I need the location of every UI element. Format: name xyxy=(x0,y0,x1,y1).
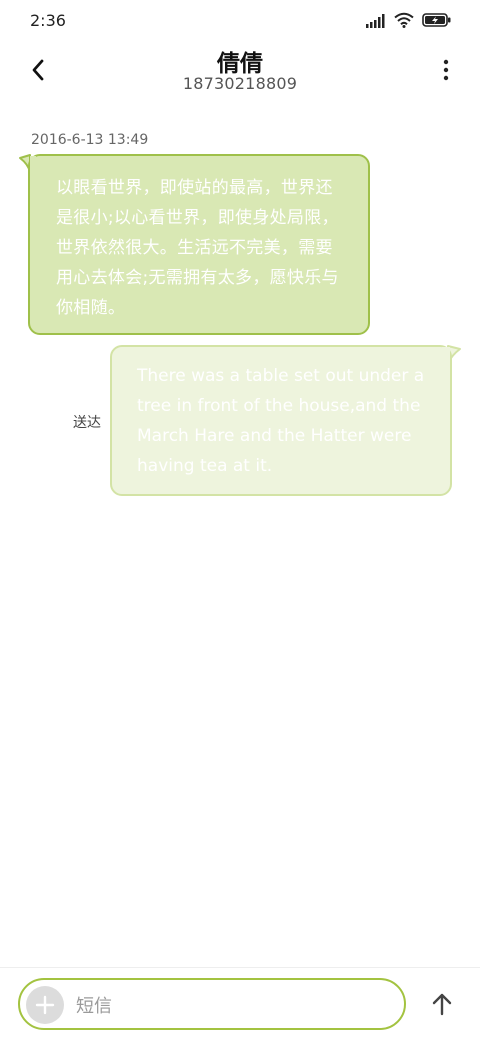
status-time: 2:36 xyxy=(30,11,66,30)
arrow-up-icon xyxy=(432,993,452,1016)
sent-message-bubble[interactable]: There was a table set out under a tree i… xyxy=(110,345,452,496)
status-bar: 2:36 xyxy=(0,0,480,40)
compose-box[interactable]: 短信 xyxy=(18,978,406,1030)
more-options-button[interactable] xyxy=(434,54,458,86)
battery-charging-icon xyxy=(422,12,452,32)
contact-phone-number: 18730218809 xyxy=(182,74,298,93)
received-message-bubble[interactable]: 以眼看世界，即使站的最高，世界还是很小;以心看世界，即使身处局限，世界依然很大。… xyxy=(28,154,370,335)
delivery-status: 送达 xyxy=(73,415,101,431)
received-message-text: 以眼看世界，即使站的最高，世界还是很小;以心看世界，即使身处局限，世界依然很大。… xyxy=(56,178,339,318)
sent-message-text: There was a table set out under a tree i… xyxy=(137,366,425,476)
more-vertical-icon xyxy=(443,59,449,81)
send-button[interactable] xyxy=(426,988,458,1020)
wifi-icon xyxy=(394,12,414,32)
status-icons xyxy=(366,12,452,32)
message-timestamp: 2016-6-13 13:49 xyxy=(31,132,149,148)
contact-name: 倩倩 xyxy=(217,51,263,77)
input-bar-divider xyxy=(0,967,480,968)
message-input[interactable]: 短信 xyxy=(76,992,112,1018)
add-attachment-button[interactable] xyxy=(26,986,64,1024)
signal-icon xyxy=(366,13,386,32)
conversation-header: 倩倩 18730218809 xyxy=(0,40,480,110)
plus-icon xyxy=(35,995,55,1015)
